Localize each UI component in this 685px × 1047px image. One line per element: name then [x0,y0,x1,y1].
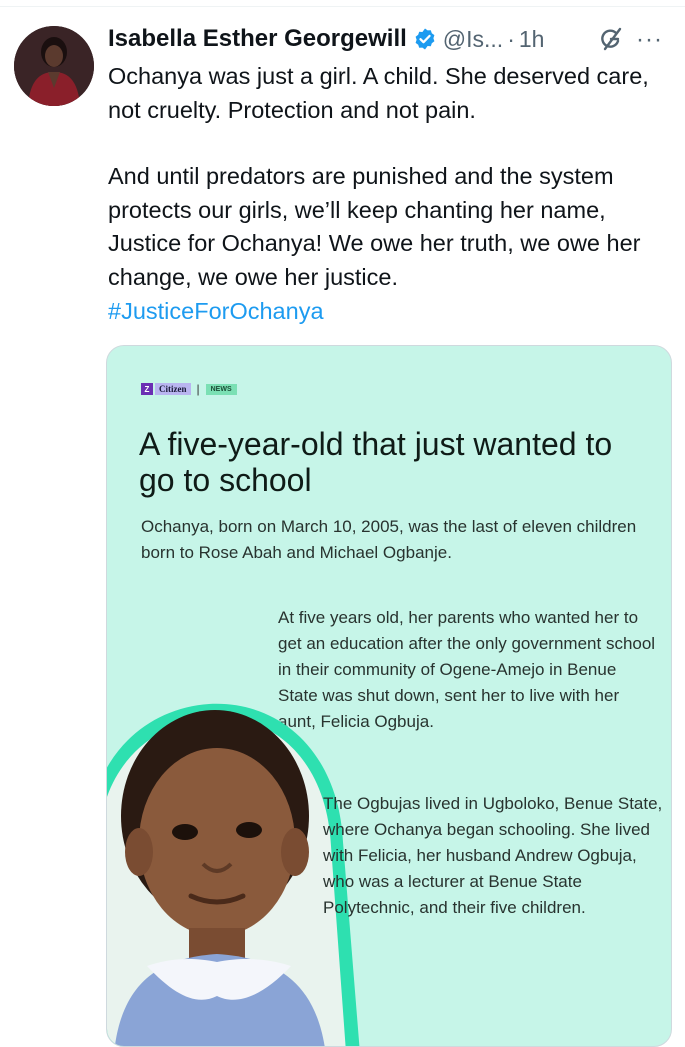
separator-dot: · [507,25,515,52]
article-intro: Ochanya, born on March 10, 2005, was the… [141,517,637,562]
article-headline: A five-year-old that just wanted to go t… [139,426,613,498]
news-badge: NEWS [205,383,237,395]
media-card[interactable]: Z Citizen | NEWS A five-year-old that ju… [106,345,672,1047]
avatar[interactable] [14,26,94,106]
hashtag-link[interactable]: #JusticeForOchanya [108,298,324,324]
tweet-paragraph: Ochanya was just a girl. A child. She de… [108,63,649,123]
publisher-logo: Z Citizen | NEWS [141,382,237,396]
author-name[interactable]: Isabella Esther Georgewill [108,25,407,53]
tweet-paragraph: And until predators are punished and the… [108,160,668,328]
citizen-logo-text: Citizen [155,383,191,395]
author-handle[interactable]: @Is... [443,26,503,53]
grok-icon[interactable] [596,24,626,54]
timestamp[interactable]: 1h [519,26,545,53]
avatar-image [14,26,94,106]
more-icon[interactable]: ··· [636,26,663,54]
citizen-logo-mark: Z [141,383,153,395]
article-paragraph: The Ogbujas lived in Ugboloko, Benue Sta… [323,794,663,917]
tweet-header: Isabella Esther Georgewill @Is... · 1h [108,22,544,56]
top-divider [0,6,685,7]
tweet-body: Ochanya was just a girl. A child. She de… [108,60,668,328]
verified-badge-icon [415,28,435,50]
logo-divider: | [196,382,200,396]
tweet-paragraph-text: And until predators are punished and the… [108,163,641,290]
